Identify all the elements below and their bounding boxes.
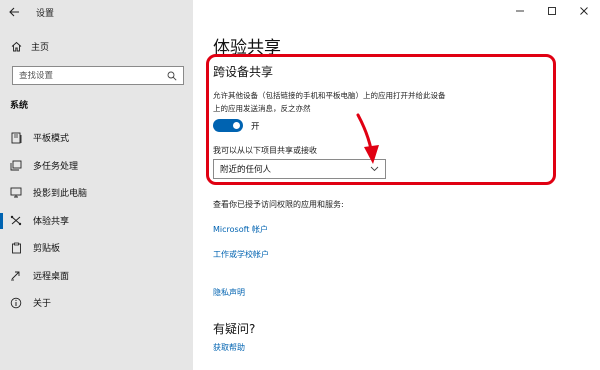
clipboard-icon — [9, 242, 23, 254]
window-title: 设置 — [36, 8, 55, 19]
minimize-icon — [516, 10, 524, 12]
sidebar-item-label: 远程桌面 — [33, 271, 70, 282]
privacy-statement-link[interactable]: 隐私声明 — [213, 287, 245, 298]
sidebar-nav: 平板模式 多任务处理 投影到此电脑 体验共享 剪贴板 远程桌面 关于 — [0, 124, 193, 317]
chevron-down-icon — [370, 166, 379, 172]
sidebar-item-about[interactable]: 关于 — [0, 289, 193, 317]
window-controls — [504, 0, 600, 22]
sidebar-item-remote-desktop[interactable]: 远程桌面 — [0, 262, 193, 290]
share-toggle[interactable] — [213, 119, 243, 132]
sidebar-item-multitasking[interactable]: 多任务处理 — [0, 152, 193, 180]
sidebar-item-label: 投影到此电脑 — [33, 189, 88, 200]
home-icon — [9, 41, 23, 52]
section-title: 跨设备共享 — [213, 65, 274, 79]
search-box[interactable] — [12, 66, 184, 85]
section-description: 允许其他设备（包括链接的手机和平板电脑）上的应用打开并给此设备 上的应用发送消息… — [213, 89, 503, 115]
sidebar-home-label: 主页 — [31, 42, 50, 53]
work-school-account-link[interactable]: 工作或学校帐户 — [213, 249, 269, 260]
multitasking-icon — [9, 160, 23, 171]
description-line: 允许其他设备（包括链接的手机和平板电脑）上的应用打开并给此设备 — [213, 91, 446, 100]
back-button[interactable] — [0, 0, 28, 24]
maximize-icon — [548, 7, 556, 15]
project-icon — [9, 187, 23, 198]
sidebar-item-project[interactable]: 投影到此电脑 — [0, 179, 193, 207]
permissions-text: 查看你已授予访问权限的应用和服务: — [213, 200, 344, 209]
close-button[interactable] — [568, 0, 600, 22]
microsoft-account-link[interactable]: Microsoft 帐户 — [213, 224, 268, 235]
sidebar-item-label: 多任务处理 — [33, 161, 79, 172]
search-input[interactable] — [13, 70, 163, 81]
title-bar: 设置 — [0, 0, 193, 24]
dropdown-label: 我可以从以下项目共享或接收 — [213, 146, 317, 155]
tablet-mode-icon — [9, 132, 23, 144]
sidebar-item-shared-experiences[interactable]: 体验共享 — [0, 207, 193, 235]
search-icon[interactable] — [163, 71, 181, 81]
page-title: 体验共享 — [213, 38, 281, 58]
faq-title: 有疑问? — [213, 322, 256, 336]
back-arrow-icon — [8, 7, 19, 17]
description-line: 上的应用发送消息，反之亦然 — [213, 104, 311, 113]
dropdown-value: 附近的任何人 — [220, 165, 272, 175]
sidebar-item-label: 体验共享 — [33, 216, 70, 227]
sidebar-item-label: 剪贴板 — [33, 244, 61, 255]
info-icon — [9, 297, 23, 309]
sidebar-item-label: 关于 — [33, 299, 52, 310]
sidebar-section-label: 系统 — [10, 101, 29, 111]
get-help-link[interactable]: 获取帮助 — [213, 342, 245, 353]
main-content: 体验共享 跨设备共享 允许其他设备（包括链接的手机和平板电脑）上的应用打开并给此… — [193, 0, 600, 370]
share-toggle-row: 开 — [213, 119, 260, 132]
toggle-state-label: 开 — [251, 121, 260, 132]
sidebar: 设置 主页 系统 平板模式 多任务处理 投 — [0, 0, 193, 370]
sidebar-item-home[interactable]: 主页 — [0, 36, 193, 56]
share-scope-dropdown[interactable]: 附近的任何人 — [213, 159, 386, 179]
sidebar-item-clipboard[interactable]: 剪贴板 — [0, 234, 193, 262]
maximize-button[interactable] — [536, 0, 568, 22]
close-icon — [580, 7, 588, 15]
toggle-knob — [233, 122, 240, 129]
remote-desktop-icon — [9, 270, 23, 281]
shared-experiences-icon — [9, 215, 23, 226]
minimize-button[interactable] — [504, 0, 536, 22]
sidebar-item-label: 平板模式 — [33, 134, 70, 145]
sidebar-item-tablet-mode[interactable]: 平板模式 — [0, 124, 193, 152]
